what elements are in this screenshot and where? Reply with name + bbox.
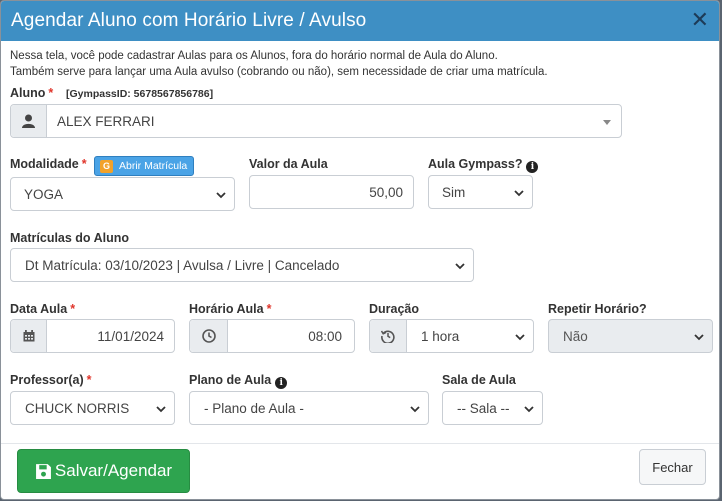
valor-label: Valor da Aula	[249, 157, 328, 171]
chevron-down-icon	[156, 406, 166, 413]
clock-icon	[190, 320, 228, 352]
duracao-value: 1 hora	[421, 328, 460, 344]
horario-label: Horário Aula *	[189, 302, 272, 316]
data-aula-input[interactable]: 11/01/2024	[10, 319, 175, 353]
gympass-g-icon: G	[100, 159, 113, 173]
modalidade-label: Modalidade *	[10, 157, 87, 171]
chevron-down-icon	[410, 406, 420, 413]
user-icon	[11, 105, 47, 137]
matriculas-value: Dt Matrícula: 03/10/2023 | Avulsa / Livr…	[25, 257, 340, 273]
valor-input[interactable]: 50,00	[249, 175, 414, 209]
repetir-select[interactable]: Não	[548, 319, 713, 353]
save-label: Salvar/Agendar	[54, 461, 173, 480]
modalidade-select[interactable]: YOGA	[10, 177, 235, 211]
professor-label: Professor(a) *	[10, 373, 92, 387]
intro-line-1: Nessa tela, você pode cadastrar Aulas pa…	[10, 50, 498, 62]
info-icon: i	[275, 377, 288, 389]
schedule-modal: Agendar Aluno com Horário Livre / Avulso…	[0, 0, 720, 500]
calendar-icon	[11, 320, 47, 352]
sala-value: -- Sala --	[457, 400, 510, 416]
matriculas-label: Matrículas do Aluno	[10, 231, 129, 245]
chevron-down-icon	[216, 192, 226, 199]
chevron-down-icon	[515, 334, 525, 341]
professor-select[interactable]: CHUCK NORRIS	[10, 391, 175, 425]
gympass-id-text: [GympassID: 5678567856786]	[66, 88, 214, 100]
intro-line-2: Também serve para lançar uma Aula avulso…	[10, 66, 548, 78]
abrir-matricula-button[interactable]: G Abrir Matrícula	[94, 156, 194, 176]
professor-value: CHUCK NORRIS	[25, 400, 130, 416]
horario-input[interactable]: 08:00	[189, 319, 355, 353]
footer-divider	[1, 443, 719, 444]
dropdown-caret-icon	[603, 120, 611, 125]
duracao-label: Duração	[369, 302, 420, 316]
plano-value: - Plano de Aula -	[204, 400, 304, 416]
modal-header: Agendar Aluno com Horário Livre / Avulso…	[1, 1, 719, 41]
data-aula-value: 11/01/2024	[97, 328, 164, 344]
gympass-value: Sim	[442, 184, 466, 200]
aluno-label: Aluno *	[10, 86, 54, 100]
data-aula-label: Data Aula *	[10, 302, 76, 316]
plano-label: Plano de Aula i	[189, 373, 288, 389]
valor-value: 50,00	[369, 184, 403, 200]
chevron-down-icon	[514, 190, 524, 197]
save-button[interactable]: Salvar/Agendar	[17, 449, 190, 493]
chevron-down-icon	[455, 263, 465, 270]
modalidade-value: YOGA	[24, 186, 64, 202]
gympass-label: Aula Gympass? i	[428, 157, 539, 173]
duracao-select[interactable]: 1 hora	[369, 319, 534, 353]
close-button[interactable]: Fechar	[639, 449, 706, 485]
aluno-value: ALEX FERRARI	[57, 113, 155, 129]
gympass-select[interactable]: Sim	[428, 175, 533, 209]
repetir-value: Não	[563, 328, 588, 344]
sala-select[interactable]: -- Sala --	[442, 391, 543, 425]
modal-title: Agendar Aluno com Horário Livre / Avulso	[11, 10, 367, 31]
history-icon	[370, 320, 407, 352]
chevron-down-icon	[694, 334, 704, 341]
info-icon: i	[526, 161, 539, 173]
aluno-select[interactable]: ALEX FERRARI	[10, 104, 622, 138]
close-label: Fechar	[652, 459, 693, 475]
chevron-down-icon	[524, 406, 534, 413]
floppy-disk-icon	[35, 463, 51, 479]
repetir-label: Repetir Horário?	[548, 302, 647, 316]
close-icon[interactable]: ✕	[691, 9, 709, 31]
sala-label: Sala de Aula	[442, 373, 516, 387]
abrir-matricula-label: Abrir Matrícula	[119, 160, 188, 172]
plano-select[interactable]: - Plano de Aula -	[189, 391, 429, 425]
matriculas-select[interactable]: Dt Matrícula: 03/10/2023 | Avulsa / Livr…	[10, 248, 474, 282]
horario-value: 08:00	[308, 328, 342, 344]
